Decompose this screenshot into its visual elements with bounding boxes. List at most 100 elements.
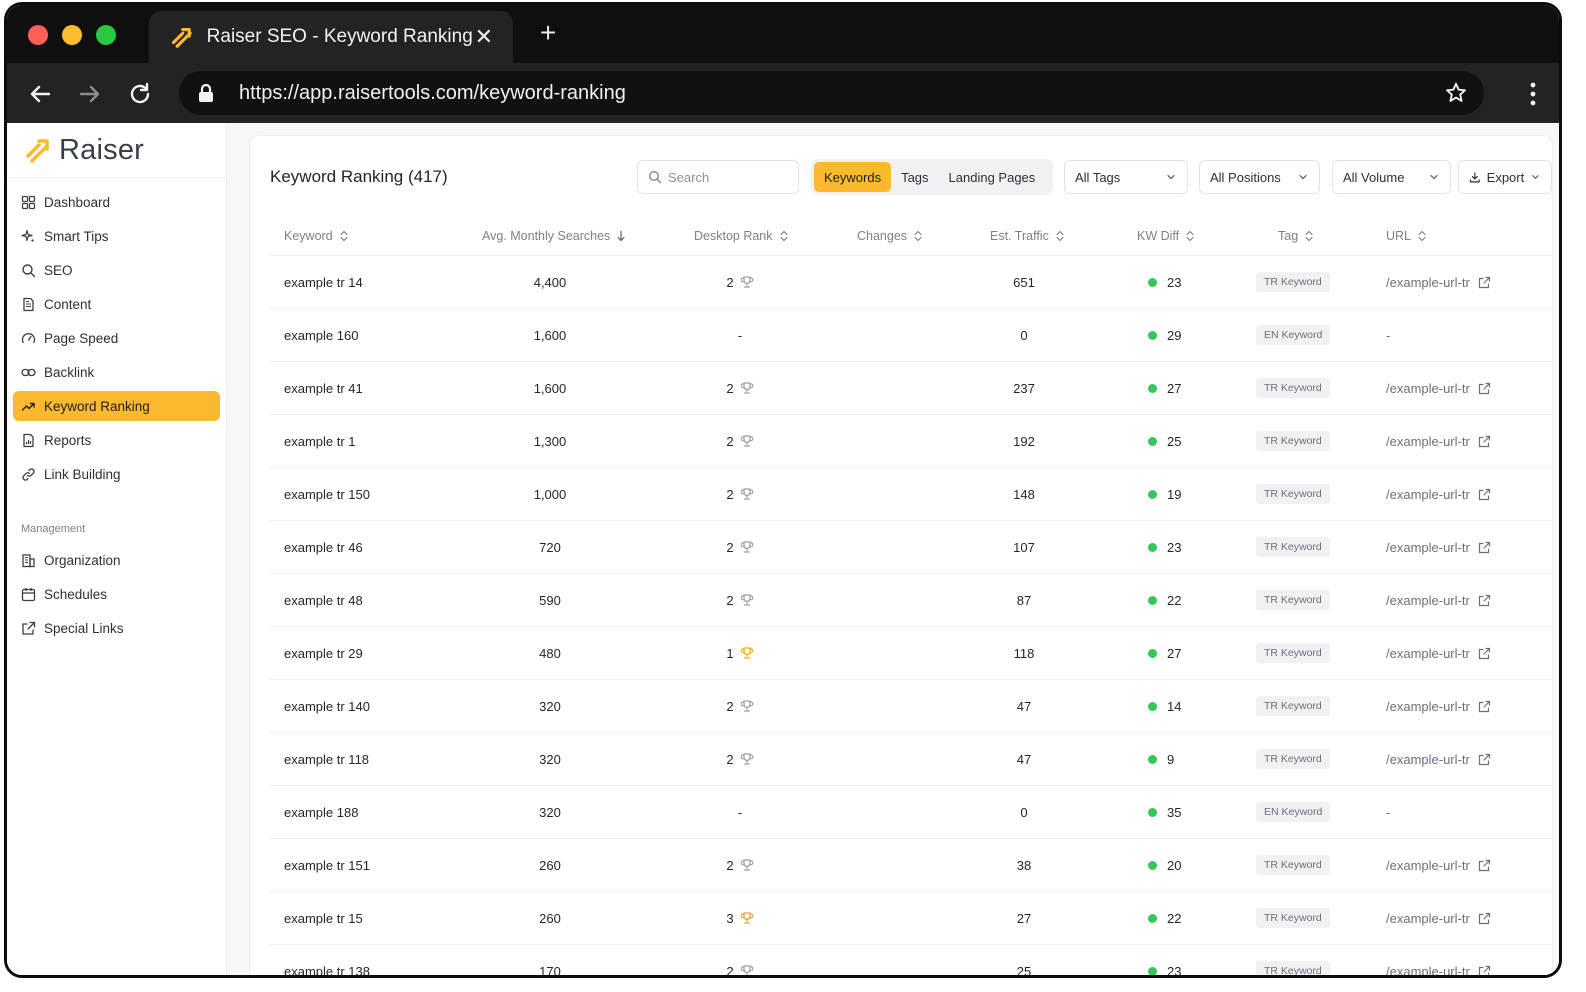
column-header-desktop-rank[interactable]: Desktop Rank [694, 216, 789, 256]
table-row[interactable]: example tr 29 480 1 118 27 TR Keyword/example… [270, 627, 1552, 680]
sidebar-item-schedules[interactable]: Schedules [13, 579, 220, 609]
more-menu-icon[interactable] [1529, 81, 1537, 107]
bookmark-star-icon[interactable] [1444, 81, 1468, 105]
close-window-button[interactable] [28, 25, 48, 45]
brand[interactable]: Raiser [7, 123, 226, 178]
url-text[interactable]: /example-url-tr [1386, 434, 1470, 449]
sidebar-item-dashboard[interactable]: Dashboard [13, 187, 220, 217]
url-text[interactable]: /example-url-tr [1386, 487, 1470, 502]
tag-badge[interactable]: TR Keyword [1256, 484, 1330, 504]
external-link-icon[interactable] [1478, 594, 1491, 607]
external-link-icon[interactable] [1478, 912, 1491, 925]
url-text[interactable]: /example-url-tr [1386, 699, 1470, 714]
tags-filter-dropdown[interactable]: All Tags [1064, 160, 1188, 194]
url-text[interactable]: /example-url-tr [1386, 858, 1470, 873]
browser-tab[interactable]: Raiser SEO - Keyword Ranking ✕ [149, 11, 513, 63]
segment-tags[interactable]: Tags [891, 162, 938, 192]
column-header-tag[interactable]: Tag [1278, 216, 1314, 256]
url-text[interactable]: /example-url-tr [1386, 911, 1470, 926]
url-text[interactable]: /example-url-tr [1386, 381, 1470, 396]
tag-badge[interactable]: TR Keyword [1256, 537, 1330, 557]
table-row[interactable]: example tr 140 320 2 47 14 TR Keyword/example… [270, 680, 1552, 733]
column-header-keyword[interactable]: Keyword [284, 216, 349, 256]
segment-landing-pages[interactable]: Landing Pages [939, 162, 1046, 192]
table-row[interactable]: example tr 15 260 3 27 22 TR Keyword/example-… [270, 892, 1552, 945]
url-text[interactable]: /example-url-tr [1386, 646, 1470, 661]
url-bar[interactable]: https://app.raisertools.com/keyword-rank… [179, 71, 1484, 115]
export-button[interactable]: Export [1458, 160, 1552, 194]
table-row[interactable]: example tr 46 720 2 107 23 TR Keyword/example… [270, 521, 1552, 574]
external-link-icon[interactable] [1478, 859, 1491, 872]
trophy-silver-icon [740, 594, 753, 606]
sidebar-item-smart-tips[interactable]: Smart Tips [13, 221, 220, 251]
sidebar-item-content[interactable]: Content [13, 289, 220, 319]
reload-button[interactable] [123, 77, 157, 111]
search-box[interactable] [637, 160, 799, 194]
table-row[interactable]: example 188 320 - 0 35 EN Keyword - [270, 786, 1552, 839]
close-tab-icon[interactable]: ✕ [473, 24, 495, 50]
sidebar-item-special-links[interactable]: Special Links [13, 613, 220, 643]
external-link-icon[interactable] [1478, 276, 1491, 289]
tag-badge[interactable]: TR Keyword [1256, 431, 1330, 451]
url-text[interactable]: /example-url-tr [1386, 593, 1470, 608]
table-row[interactable]: example tr 41 1,600 2 237 27 TR Keyword/examp… [270, 362, 1552, 415]
tag-badge[interactable]: TR Keyword [1256, 696, 1330, 716]
url-text[interactable]: /example-url-tr [1386, 964, 1470, 976]
url-text[interactable]: - [1386, 328, 1390, 343]
forward-button[interactable] [73, 77, 107, 111]
searches-cell: 260 [500, 839, 600, 891]
tag-badge[interactable]: TR Keyword [1256, 378, 1330, 398]
volume-filter-dropdown[interactable]: All Volume [1332, 160, 1451, 194]
sidebar-item-link-building[interactable]: Link Building [13, 459, 220, 489]
sidebar-item-backlink[interactable]: Backlink [13, 357, 220, 387]
external-link-icon[interactable] [1478, 647, 1491, 660]
tag-badge[interactable]: TR Keyword [1256, 961, 1330, 975]
column-header-avg-monthly-searches[interactable]: Avg. Monthly Searches [482, 216, 626, 256]
column-header-kw-diff[interactable]: KW Diff [1137, 216, 1195, 256]
sidebar-item-seo[interactable]: SEO [13, 255, 220, 285]
maximize-window-button[interactable] [96, 25, 116, 45]
url-text[interactable]: /example-url-tr [1386, 275, 1470, 290]
external-link-icon[interactable] [1478, 700, 1491, 713]
url-text[interactable]: - [1386, 805, 1390, 820]
external-link-icon[interactable] [1478, 435, 1491, 448]
table-row[interactable]: example tr 118 320 2 47 9 TR Keyword/example-… [270, 733, 1552, 786]
tag-badge[interactable]: EN Keyword [1256, 325, 1331, 345]
segment-keywords[interactable]: Keywords [814, 162, 892, 192]
url-text[interactable]: /example-url-tr [1386, 540, 1470, 555]
external-link-icon[interactable] [1478, 382, 1491, 395]
sort-icon [1056, 230, 1064, 242]
table-row[interactable]: example tr 1 1,300 2 192 25 TR Keyword/exampl… [270, 415, 1552, 468]
sidebar-item-reports[interactable]: Reports [13, 425, 220, 455]
tag-badge[interactable]: TR Keyword [1256, 749, 1330, 769]
sidebar-item-page-speed[interactable]: Page Speed [13, 323, 220, 353]
column-header-est-traffic[interactable]: Est. Traffic [990, 216, 1065, 256]
table-row[interactable]: example tr 150 1,000 2 148 19 TR Keyword/exam… [270, 468, 1552, 521]
back-button[interactable] [23, 77, 57, 111]
tag-badge[interactable]: TR Keyword [1256, 643, 1330, 663]
tag-badge[interactable]: EN Keyword [1256, 802, 1331, 822]
table-row[interactable]: example tr 14 4,400 2 651 23 TR Keyword/examp… [270, 256, 1552, 309]
new-tab-icon[interactable]: + [531, 17, 565, 51]
table-row[interactable]: example 160 1,600 - 0 29 EN Keyword - [270, 309, 1552, 362]
column-header-url[interactable]: URL [1386, 216, 1427, 256]
external-link-icon[interactable] [1478, 488, 1491, 501]
tag-badge[interactable]: TR Keyword [1256, 855, 1330, 875]
minimize-window-button[interactable] [62, 25, 82, 45]
tag-badge[interactable]: TR Keyword [1256, 908, 1330, 928]
table-row[interactable]: example tr 151 260 2 38 20 TR Keyword/example… [270, 839, 1552, 892]
sidebar-item-keyword-ranking[interactable]: Keyword Ranking [13, 391, 220, 421]
table-row[interactable]: example tr 48 590 2 87 22 TR Keyword/example-… [270, 574, 1552, 627]
external-link-icon[interactable] [1478, 753, 1491, 766]
table-row[interactable]: example tr 138 170 2 25 23 TR Keyword/example… [270, 945, 1552, 978]
tag-badge[interactable]: TR Keyword [1256, 272, 1330, 292]
sidebar-item-organization[interactable]: Organization [13, 545, 220, 575]
column-header-changes[interactable]: Changes [857, 216, 923, 256]
positions-filter-dropdown[interactable]: All Positions [1199, 160, 1320, 194]
tag-badge[interactable]: TR Keyword [1256, 590, 1330, 610]
search-input[interactable] [668, 169, 788, 185]
url-text[interactable]: /example-url-tr [1386, 752, 1470, 767]
kw-diff-cell: 29 [1148, 309, 1181, 361]
external-link-icon[interactable] [1478, 541, 1491, 554]
external-link-icon[interactable] [1478, 965, 1491, 978]
